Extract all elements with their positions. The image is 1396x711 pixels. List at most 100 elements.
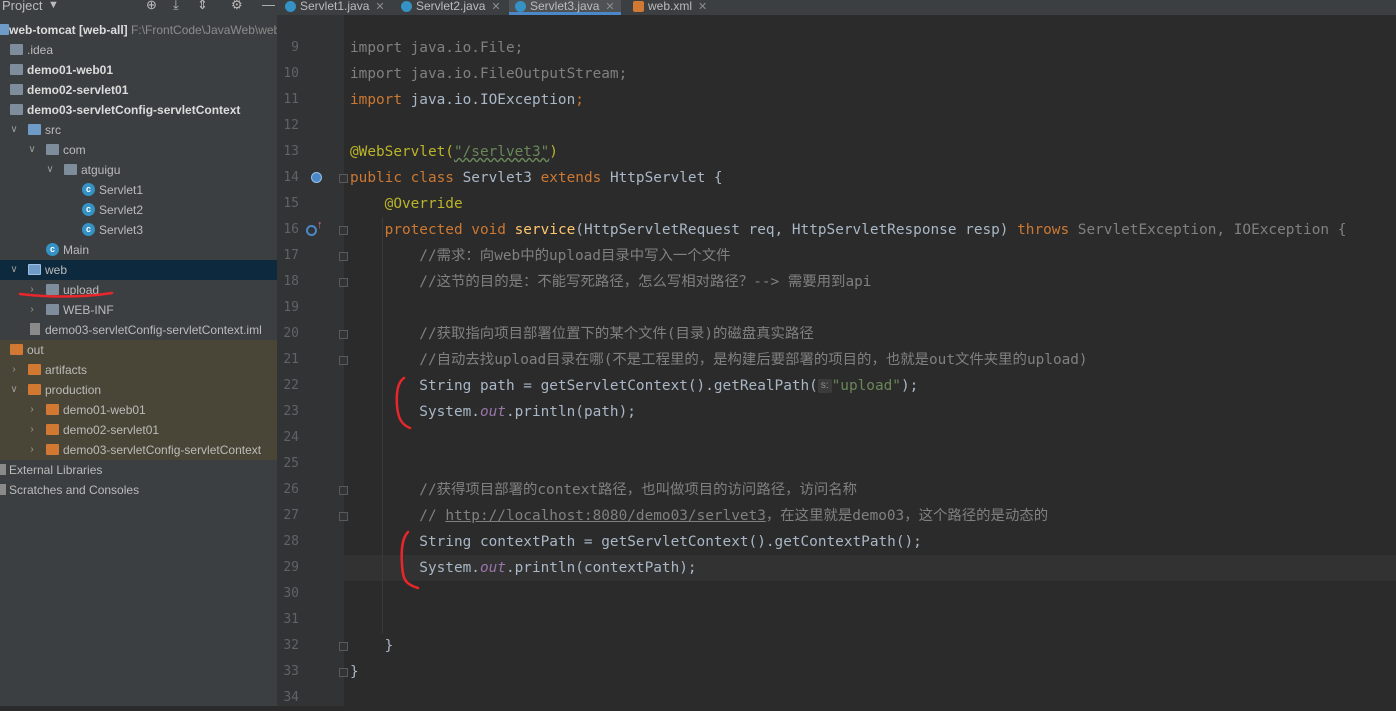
fold-marker-icon[interactable] [339,356,348,365]
code-token: @WebServlet( [350,144,454,160]
code-line-16[interactable]: protected void service(HttpServletReques… [350,217,1347,243]
line-number: 16 [283,222,299,237]
code-token: (HttpServletRequest req, HttpServletResp… [575,222,1018,238]
line-number: 21 [283,352,299,367]
tab-web-xml[interactable]: web.xml ✕ [633,0,707,15]
code-link[interactable]: http://localhost:8080/demo03/serlvet3 [445,508,766,524]
code-line-26[interactable]: //获得项目部署的context路径，也叫做项目的访问路径，访问名称 [350,477,857,503]
line-number: 12 [283,118,299,133]
fold-marker-icon[interactable] [339,512,348,521]
line-number: 22 [283,378,299,393]
code-token: String path = getServletContext().getRea… [350,378,818,394]
code-line-27[interactable]: // http://localhost:8080/demo03/serlvet3… [350,503,1048,529]
code-line-17[interactable]: //需求：向web中的upload目录中写入一个文件 [350,243,730,269]
code-token: out [479,404,506,420]
servlet-gutter-icon[interactable] [311,172,322,183]
code-token: extends [540,170,610,186]
tab-label: Servlet2.java [416,0,486,13]
code-token: service [514,222,576,238]
code-line-14[interactable]: public class Servlet3 extends HttpServle… [350,165,723,191]
line-number: 18 [283,274,299,289]
line-number: 17 [283,248,299,263]
xml-file-icon [633,1,644,13]
code-line-18[interactable]: //这节的目的是：不能写死路径，怎么写相对路径？--> 需要用到api [350,269,871,295]
code-token: import [350,92,402,108]
code-line-33[interactable]: } [350,659,359,685]
line-number: 32 [283,638,299,653]
close-icon[interactable]: ✕ [491,1,500,13]
java-class-icon [285,1,296,13]
project-panel: Project ▼ ⊕ ⤓ ⇕ ⚙ — web-tomcat [web-all]… [0,0,277,706]
code-token: ; [575,92,584,108]
code-line-11[interactable]: import java.io.IOException; [350,87,584,113]
fold-marker-icon[interactable] [339,486,348,495]
code-token: ) [549,144,558,160]
line-number: 10 [283,66,299,81]
red-bracket-markup [395,376,420,590]
line-number: 23 [283,404,299,419]
code-token: ，在这里就是demo03，这个路径的是动态的 [765,508,1049,524]
line-number: 15 [283,196,299,211]
line-number: 26 [283,482,299,497]
code-token: .println(contextPath); [505,560,697,576]
fold-marker-icon[interactable] [339,278,348,287]
fold-marker-icon[interactable] [339,252,348,261]
fold-marker-icon[interactable] [339,668,348,677]
fold-marker-icon[interactable] [339,642,348,651]
java-class-icon [515,1,526,13]
code-line-9[interactable]: import java.io.File; [350,35,523,61]
line-number: 27 [283,508,299,523]
code-line-22[interactable]: String path = getServletContext().getRea… [350,373,918,399]
code-token: throws [1017,222,1078,238]
code-line-20[interactable]: //获取指向项目部署位置下的某个文件(目录)的磁盘真实路径 [350,321,813,347]
line-number: 25 [283,456,299,471]
line-number: 34 [283,690,299,705]
close-icon[interactable]: ✕ [605,1,614,13]
tab-label: Servlet3.java [530,0,600,13]
arrow-up-icon[interactable]: ↑ [317,220,323,231]
close-icon[interactable]: ✕ [698,1,707,13]
line-number: 11 [283,92,299,107]
tab-servlet3[interactable]: Servlet3.java ✕ [509,0,621,15]
override-gutter-icon[interactable] [306,225,317,236]
line-number: 20 [283,326,299,341]
code-line-28[interactable]: String contextPath = getServletContext()… [350,529,922,555]
line-number: 28 [283,534,299,549]
tab-label: Servlet1.java [300,0,370,13]
line-number: 9 [291,40,299,55]
red-underline-markup [18,291,114,298]
close-icon[interactable]: ✕ [375,1,384,13]
code-token: "upload" [831,378,901,394]
tab-servlet1[interactable]: Servlet1.java ✕ [285,0,385,15]
code-token: public class [350,170,463,186]
code-line-10[interactable]: import java.io.FileOutputStream; [350,61,627,87]
code-token: "/serlvet3" [453,144,550,160]
code-token: ); [900,378,919,394]
line-number: 14 [283,170,299,185]
line-number: 31 [283,612,299,627]
tab-label: web.xml [648,0,693,13]
code-token: java.io.IOException [401,92,576,108]
code-line-13[interactable]: @WebServlet("/serlvet3") [350,139,558,165]
code-line-32[interactable]: } [350,633,394,659]
code-line-15[interactable]: @Override [350,191,463,217]
line-number: 33 [283,664,299,679]
fold-marker-icon[interactable] [339,330,348,339]
line-number: 24 [283,430,299,445]
code-line-21[interactable]: //自动去找upload目录在哪(不是工程里的，是构建后要部署的项目的，也就是o… [350,347,1087,373]
code-token: HttpServlet { [609,170,723,186]
code-token: .println(path); [505,404,636,420]
line-number: 29 [283,560,299,575]
fold-marker-icon[interactable] [339,174,348,183]
line-number: 30 [283,586,299,601]
code-token: out [479,560,506,576]
line-number: 13 [283,144,299,159]
java-class-icon [401,1,412,13]
line-number: 19 [283,300,299,315]
editor-tab-bar: Servlet1.java ✕ Servlet2.java ✕ Servlet3.j… [277,0,1396,15]
tab-servlet2[interactable]: Servlet2.java ✕ [401,0,501,15]
fold-marker-icon[interactable] [339,226,348,235]
code-token: protected void [350,222,515,238]
parameter-hint: s: [817,379,832,393]
code-token: ServletException, IOException { [1077,222,1347,238]
